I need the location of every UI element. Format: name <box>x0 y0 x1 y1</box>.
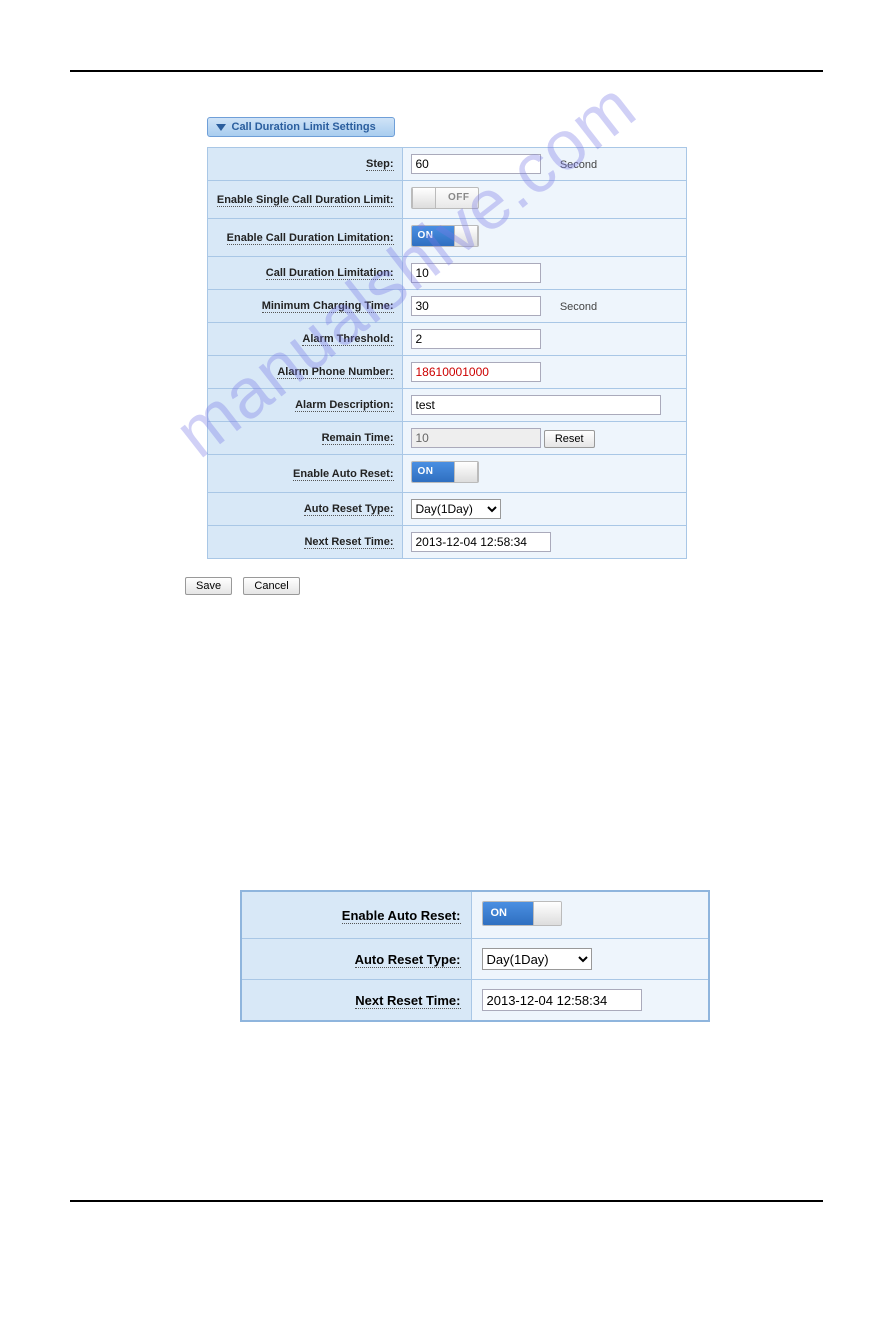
label-duration-limit: Call Duration Limitation: <box>266 267 394 280</box>
step-input[interactable] <box>411 154 541 174</box>
save-button[interactable]: Save <box>185 577 232 595</box>
row-duration-limit: Call Duration Limitation: <box>207 257 686 290</box>
alarm-thresh-input[interactable] <box>411 329 541 349</box>
toggle-single-limit[interactable]: OFF <box>411 187 479 209</box>
label2-auto-type: Auto Reset Type: <box>355 952 461 968</box>
label-alarm-phone: Alarm Phone Number: <box>277 366 393 379</box>
settings-table: Step: Second Enable Single Call Duration… <box>207 147 687 559</box>
row-next-reset: Next Reset Time: <box>207 526 686 559</box>
label-enable-auto: Enable Auto Reset: <box>293 468 393 481</box>
remain-input <box>411 428 541 448</box>
duration-limit-input[interactable] <box>411 263 541 283</box>
unit-step: Second <box>560 159 597 171</box>
next-reset-input[interactable] <box>411 532 551 552</box>
toggle-enable-auto[interactable]: ON <box>411 461 479 483</box>
detail-table: Enable Auto Reset: ON Auto Reset Type: D… <box>240 890 710 1022</box>
label-enable-limit: Enable Call Duration Limitation: <box>227 232 394 245</box>
row-auto-type: Auto Reset Type: Day(1Day) <box>207 493 686 526</box>
row-single-limit: Enable Single Call Duration Limit: OFF <box>207 181 686 219</box>
row-min-charge: Minimum Charging Time: Second <box>207 290 686 323</box>
label-min-charge: Minimum Charging Time: <box>262 300 394 313</box>
row-enable-limit: Enable Call Duration Limitation: ON <box>207 219 686 257</box>
row-alarm-desc: Alarm Description: <box>207 389 686 422</box>
label-auto-type: Auto Reset Type: <box>304 503 394 516</box>
row-alarm-phone: Alarm Phone Number: <box>207 356 686 389</box>
row-remain: Remain Time: Reset <box>207 422 686 455</box>
row2-next-reset: Next Reset Time: <box>241 980 709 1022</box>
row-alarm-thresh: Alarm Threshold: <box>207 323 686 356</box>
panel-title: Call Duration Limit Settings <box>232 121 376 133</box>
panel-header[interactable]: Call Duration Limit Settings <box>207 117 395 137</box>
cancel-button[interactable]: Cancel <box>243 577 299 595</box>
row-enable-auto: Enable Auto Reset: ON <box>207 455 686 493</box>
auto-type-select[interactable]: Day(1Day) <box>411 499 501 519</box>
toggle-enable-limit[interactable]: ON <box>411 225 479 247</box>
label-single-limit: Enable Single Call Duration Limit: <box>217 194 394 207</box>
label2-enable-auto: Enable Auto Reset: <box>342 908 461 924</box>
label-next-reset: Next Reset Time: <box>304 536 393 549</box>
label-alarm-thresh: Alarm Threshold: <box>302 333 393 346</box>
alarm-desc-input[interactable] <box>411 395 661 415</box>
chevron-down-icon <box>216 124 226 131</box>
next-reset-input-2[interactable] <box>482 989 642 1011</box>
label-remain: Remain Time: <box>322 432 394 445</box>
label2-next-reset: Next Reset Time: <box>355 993 460 1009</box>
label-alarm-desc: Alarm Description: <box>295 399 393 412</box>
row2-enable-auto: Enable Auto Reset: ON <box>241 891 709 939</box>
toggle2-enable-auto[interactable]: ON <box>482 901 562 926</box>
unit-min-charge: Second <box>560 301 597 313</box>
reset-button[interactable]: Reset <box>544 430 595 448</box>
min-charge-input[interactable] <box>411 296 541 316</box>
alarm-phone-input[interactable] <box>411 362 541 382</box>
auto-type-select-2[interactable]: Day(1Day) <box>482 948 592 970</box>
row2-auto-type: Auto Reset Type: Day(1Day) <box>241 939 709 980</box>
label-step: Step: <box>366 158 394 171</box>
row-step: Step: Second <box>207 148 686 181</box>
